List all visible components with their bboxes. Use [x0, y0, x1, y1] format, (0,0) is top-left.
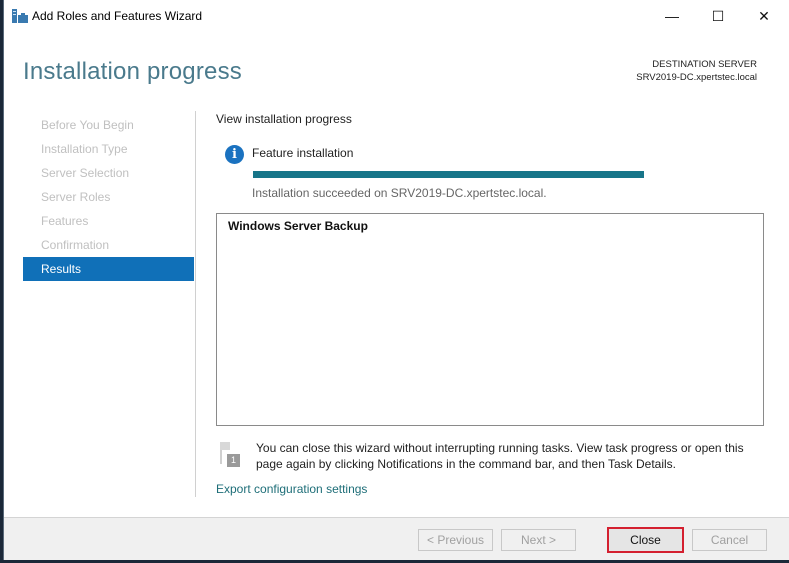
maximize-icon: ☐ [711, 7, 725, 24]
notification-badge: 1 [227, 454, 240, 467]
installation-status: Installation succeeded on SRV2019-DC.xpe… [252, 186, 547, 200]
installed-features-list[interactable]: Windows Server Backup [216, 213, 764, 426]
list-item[interactable]: Windows Server Backup [217, 214, 763, 233]
wizard-footer: < Previous Next > Close Cancel [4, 517, 789, 560]
nav-item-server-roles: Server Roles [41, 190, 111, 204]
page-title: Installation progress [23, 58, 242, 85]
nav-item-confirmation: Confirmation [41, 238, 110, 252]
close-icon: ✕ [758, 7, 770, 24]
nav-divider [195, 111, 196, 497]
progress-fill [253, 171, 644, 178]
flag-shape [220, 442, 230, 450]
window-title: Add Roles and Features Wizard [32, 9, 203, 23]
previous-button[interactable]: < Previous [418, 529, 493, 551]
next-button[interactable]: Next > [501, 529, 576, 551]
nav-item-installation-type: Installation Type [41, 142, 128, 156]
destination-server-info: DESTINATION SERVER SRV2019-DC.xpertstec.… [636, 58, 757, 84]
cancel-button[interactable]: Cancel [692, 529, 767, 551]
destination-server-name: SRV2019-DC.xpertstec.local [636, 72, 757, 83]
notification-flag-icon: 1 [220, 442, 242, 468]
minimize-icon: — [665, 8, 679, 24]
section-label: View installation progress [216, 112, 352, 126]
server-manager-icon [12, 9, 28, 23]
destination-label: DESTINATION SERVER [652, 59, 757, 70]
nav-item-results[interactable]: Results [23, 257, 194, 281]
nav-item-server-selection: Server Selection [41, 166, 130, 180]
maximize-button[interactable]: ☐ [695, 0, 741, 32]
wizard-nav: Before You Begin Installation Type Serve… [23, 113, 194, 281]
info-icon: i [225, 145, 244, 164]
nav-item-before-you-begin: Before You Begin [41, 118, 134, 132]
feature-installation-label: Feature installation [252, 146, 354, 160]
minimize-button[interactable]: — [649, 0, 695, 32]
close-window-button[interactable]: ✕ [741, 0, 787, 32]
export-configuration-link[interactable]: Export configuration settings [216, 482, 367, 496]
nav-item-features: Features [41, 214, 89, 228]
title-bar[interactable]: Add Roles and Features Wizard — ☐ ✕ [4, 0, 789, 32]
wizard-window: Add Roles and Features Wizard — ☐ ✕ Inst… [3, 0, 789, 560]
installation-progress-bar [253, 171, 644, 178]
close-button[interactable]: Close [607, 527, 684, 553]
notice-text: You can close this wizard without interr… [256, 441, 744, 471]
